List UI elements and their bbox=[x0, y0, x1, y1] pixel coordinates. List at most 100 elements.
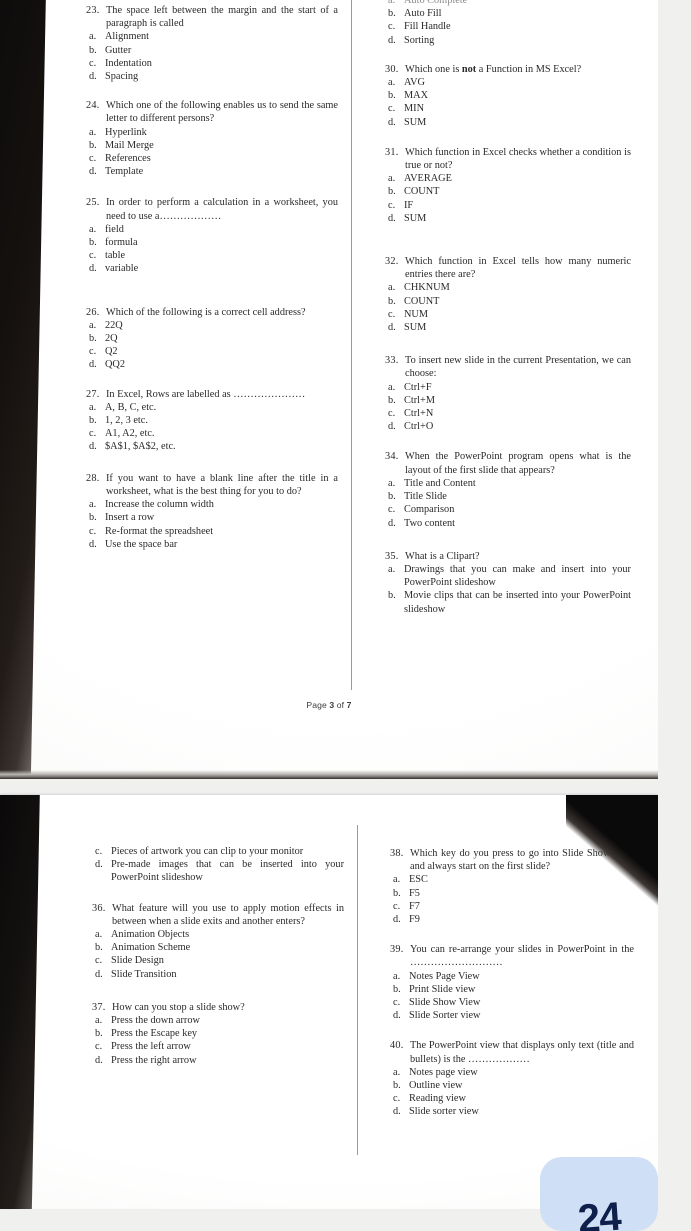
page-3-content: 23. The space left between the margin an… bbox=[0, 0, 658, 779]
option-item[interactable]: c. Pieces of artwork you can clip to your… bbox=[92, 845, 344, 858]
option-item[interactable]: b. Print Slide view bbox=[390, 983, 634, 996]
option-item[interactable]: d. Ctrl+O bbox=[385, 420, 631, 433]
option-item[interactable]: c. Slide Design bbox=[92, 954, 344, 967]
option-item[interactable]: b. Press the Escape key bbox=[92, 1027, 344, 1040]
floating-page-badge[interactable]: 24 bbox=[540, 1157, 658, 1231]
option-letter: a. bbox=[388, 173, 396, 185]
option-letter: a. bbox=[95, 929, 103, 941]
option-item[interactable]: b. Gutter bbox=[86, 44, 338, 57]
option-item[interactable]: d. $A$1, $A$2, etc. bbox=[86, 440, 338, 453]
option-item[interactable]: a. A, B, C, etc. bbox=[86, 401, 338, 414]
option-text: MAX bbox=[404, 90, 429, 102]
option-item[interactable]: a. Notes page view bbox=[390, 1066, 634, 1079]
option-item[interactable]: d. Slide Transition bbox=[92, 968, 344, 981]
option-item[interactable]: a. Title and Content bbox=[385, 477, 631, 490]
option-item[interactable]: b. Title Slide bbox=[385, 490, 631, 503]
option-text: table bbox=[105, 250, 126, 262]
option-item[interactable]: a. Animation Objects bbox=[92, 928, 344, 941]
option-letter: a. bbox=[388, 563, 396, 575]
option-text: Notes page view bbox=[409, 1066, 478, 1078]
option-item[interactable]: d. Use the space bar bbox=[86, 538, 338, 551]
option-item[interactable]: a. AVERAGE bbox=[385, 172, 631, 185]
option-item[interactable]: b. Auto Fill bbox=[385, 7, 631, 20]
option-item[interactable]: c. Comparison bbox=[385, 503, 631, 516]
option-item[interactable]: d. Pre-made images that can be inserted i… bbox=[92, 858, 344, 884]
option-item[interactable]: b. COUNT bbox=[385, 185, 631, 198]
question-27: 27. In Excel, Rows are labelled as ……………… bbox=[86, 388, 338, 454]
option-item[interactable]: c. Fill Handle bbox=[385, 20, 631, 33]
question-stem: In order to perform a calculation in a w… bbox=[106, 197, 338, 222]
option-text: NUM bbox=[404, 308, 429, 320]
option-item[interactable]: c. Re-format the spreadsheet bbox=[86, 525, 338, 538]
option-item[interactable]: c. Slide Show View bbox=[390, 996, 634, 1009]
option-item[interactable]: d. SUM bbox=[385, 212, 631, 225]
option-item[interactable]: a. Notes Page View bbox=[390, 970, 634, 983]
option-item[interactable]: d. SUM bbox=[385, 116, 631, 129]
option-item[interactable]: b. 2Q bbox=[86, 332, 338, 345]
option-text: Drawings that you can make and insert in… bbox=[404, 563, 631, 589]
option-item[interactable]: d. Two content bbox=[385, 517, 631, 530]
option-item[interactable]: b. Ctrl+M bbox=[385, 394, 631, 407]
option-item[interactable]: c. MIN bbox=[385, 102, 631, 115]
option-item[interactable]: b. formula bbox=[86, 236, 338, 249]
option-item[interactable]: a. Press the down arrow bbox=[92, 1014, 344, 1027]
option-letter: c. bbox=[89, 153, 97, 165]
option-item[interactable]: a. Hyperlink bbox=[86, 126, 338, 139]
option-item[interactable]: d. Template bbox=[86, 165, 338, 178]
option-item[interactable]: a. Ctrl+F bbox=[385, 381, 631, 394]
option-text: Press the Escape key bbox=[111, 1028, 198, 1040]
option-item[interactable]: a. Alignment bbox=[86, 30, 338, 43]
option-text: Slide Show View bbox=[409, 997, 481, 1009]
option-text: Indentation bbox=[105, 57, 152, 69]
question-number: 37. bbox=[92, 1001, 106, 1013]
option-item[interactable]: a. CHKNUM bbox=[385, 281, 631, 294]
option-item[interactable]: c. NUM bbox=[385, 308, 631, 321]
option-item[interactable]: c. Reading view bbox=[390, 1092, 634, 1105]
option-list: a. A, B, C, etc. b. 1, 2, 3 etc. c. A1, A2,… bbox=[86, 401, 338, 454]
option-letter: b. bbox=[89, 139, 97, 151]
option-item[interactable]: b. Mail Merge bbox=[86, 139, 338, 152]
option-item[interactable]: d. variable bbox=[86, 262, 338, 275]
option-item[interactable]: d. Slide Sorter view bbox=[390, 1009, 634, 1022]
question-number: 25. bbox=[86, 197, 100, 209]
option-item[interactable]: c. Ctrl+N bbox=[385, 407, 631, 420]
option-list: a. Title and Content b. Title Slide c. Comp… bbox=[385, 477, 631, 530]
option-item[interactable]: b. 1, 2, 3 etc. bbox=[86, 414, 338, 427]
option-list: a. CHKNUM b. COUNT c. NUM d. SUM bbox=[385, 281, 631, 334]
option-item[interactable]: c. table bbox=[86, 249, 338, 262]
question-37: 37. How can you stop a slide show? a. Pre… bbox=[92, 1001, 344, 1067]
option-item[interactable]: c. A1, A2, etc. bbox=[86, 427, 338, 440]
option-item[interactable]: a. Drawings that you can make and insert … bbox=[385, 563, 631, 589]
option-item[interactable]: b. Movie clips that can be inserted into … bbox=[385, 589, 631, 615]
option-text: AVERAGE bbox=[404, 173, 452, 185]
option-item[interactable]: c. Press the left arrow bbox=[92, 1040, 344, 1053]
question-stem: Which one is not a Function in MS Excel? bbox=[405, 63, 631, 76]
option-item[interactable]: b. Insert a row bbox=[86, 511, 338, 524]
option-text: COUNT bbox=[404, 186, 440, 198]
option-item[interactable]: b. MAX bbox=[385, 89, 631, 102]
option-item[interactable]: c. Indentation bbox=[86, 57, 338, 70]
option-item[interactable]: d. Spacing bbox=[86, 70, 338, 83]
option-item[interactable]: d. QQ2 bbox=[86, 358, 338, 371]
option-item[interactable]: b. Animation Scheme bbox=[92, 941, 344, 954]
option-letter: d. bbox=[89, 441, 97, 453]
cutoff-option-list: a. Auto Complete b. Auto Fill c. Fill Hand… bbox=[385, 0, 631, 47]
option-item[interactable]: a. Increase the column width bbox=[86, 498, 338, 511]
option-item[interactable]: c. Q2 bbox=[86, 345, 338, 358]
option-item[interactable]: a. AVG bbox=[385, 76, 631, 89]
option-item[interactable]: a. field bbox=[86, 223, 338, 236]
option-item[interactable]: a. 22Q bbox=[86, 319, 338, 332]
option-list: a. Increase the column width b. Insert a r… bbox=[86, 498, 338, 551]
option-item[interactable]: d. Sorting bbox=[385, 34, 631, 47]
option-item[interactable]: c. References bbox=[86, 152, 338, 165]
option-item[interactable]: d. F9 bbox=[390, 913, 634, 926]
option-letter: d. bbox=[388, 322, 396, 334]
option-item-cutoff[interactable]: a. Auto Complete bbox=[385, 0, 631, 7]
option-item[interactable]: d. SUM bbox=[385, 321, 631, 334]
option-item[interactable]: d. Slide sorter view bbox=[390, 1105, 634, 1118]
option-letter: a. bbox=[89, 31, 97, 43]
option-item[interactable]: d. Press the right arrow bbox=[92, 1054, 344, 1067]
option-item[interactable]: b. COUNT bbox=[385, 295, 631, 308]
option-item[interactable]: b. Outline view bbox=[390, 1079, 634, 1092]
option-item[interactable]: c. IF bbox=[385, 199, 631, 212]
